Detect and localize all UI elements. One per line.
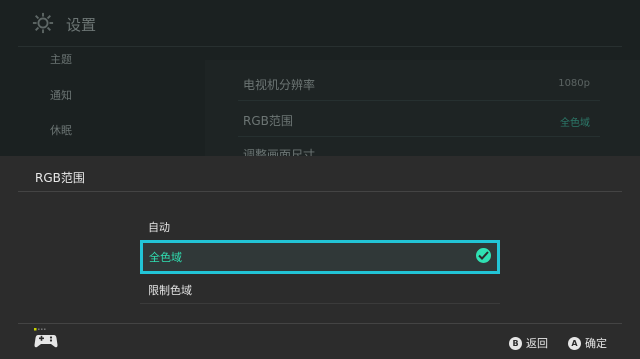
option-auto[interactable]: 自动 <box>140 211 500 241</box>
sidebar-item-theme[interactable]: 主题 <box>50 51 72 67</box>
row-value-tv-resolution: 1080p <box>558 78 590 89</box>
sidebar-item-notifications[interactable]: 通知 <box>50 87 72 103</box>
sidebar-item-sleep[interactable]: 休眠 <box>50 122 72 138</box>
confirm-button[interactable]: A 确定 <box>568 335 607 351</box>
screen: 设置 主题 通知 休眠 电视机分辨率 1080p RGB范围 全色域 调整画面尺… <box>0 0 640 359</box>
gear-icon <box>32 12 54 34</box>
option-label: 限制色域 <box>148 284 192 297</box>
option-full-range[interactable]: 全色域 <box>140 240 500 274</box>
checkmark-icon <box>476 248 491 263</box>
row-label-rgb-range[interactable]: RGB范围 <box>243 112 293 129</box>
back-button[interactable]: B 返回 <box>509 335 548 351</box>
option-label: 自动 <box>148 221 170 234</box>
back-label: 返回 <box>526 337 548 350</box>
settings-panel <box>205 60 640 160</box>
page-title: 设置 <box>66 16 97 34</box>
option-label: 全色域 <box>149 251 182 264</box>
b-button-icon: B <box>509 336 522 350</box>
row-divider <box>238 136 600 137</box>
a-button-icon: A <box>568 336 581 350</box>
option-divider <box>140 303 500 304</box>
settings-header: 设置 <box>0 0 640 46</box>
footer-divider <box>18 323 622 324</box>
controller-icon <box>34 328 58 348</box>
row-label-tv-resolution[interactable]: 电视机分辨率 <box>243 76 315 93</box>
confirm-label: 确定 <box>585 337 607 350</box>
header-divider <box>18 46 622 47</box>
dialog-divider <box>18 191 622 192</box>
dialog-title: RGB范围 <box>35 171 85 185</box>
row-value-rgb-range: 全色域 <box>560 118 590 129</box>
row-divider <box>238 100 600 101</box>
rgb-range-dialog: RGB范围 自动 全色域 限制色域 B 返回 A 确定 <box>0 156 640 359</box>
option-limited-range[interactable]: 限制色域 <box>140 274 500 304</box>
